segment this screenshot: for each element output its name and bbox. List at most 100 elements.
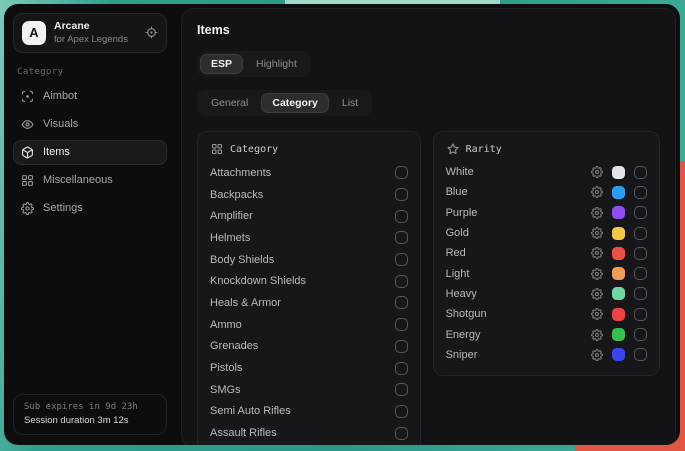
category-list: AttachmentsBackpacksAmplifierHelmetsBody… (210, 162, 408, 445)
rarity-row-label: Purple (446, 207, 478, 219)
rarity-color-swatch[interactable] (612, 166, 625, 179)
gear-icon[interactable] (591, 308, 603, 320)
rarity-color-swatch[interactable] (612, 227, 625, 240)
category-checkbox[interactable] (395, 166, 408, 179)
gear-icon[interactable] (591, 329, 603, 341)
mode-tab-group: ESPHighlight (197, 51, 311, 77)
category-row: Knockdown Shields (210, 270, 408, 292)
sidebar-item-aimbot[interactable]: Aimbot (13, 84, 167, 109)
rarity-checkbox[interactable] (634, 186, 647, 199)
rarity-panel: Rarity WhiteBluePurpleGoldRedLightHeavyS… (433, 131, 660, 376)
category-checkbox[interactable] (395, 340, 408, 353)
category-row-label: Amplifier (210, 210, 253, 222)
rarity-row: White (446, 162, 647, 182)
brand-logo: A (22, 21, 46, 45)
sidebar-item-label: Visuals (43, 118, 78, 130)
category-checkbox[interactable] (395, 296, 408, 309)
rarity-color-swatch[interactable] (612, 348, 625, 361)
category-row: Amplifier (210, 205, 408, 227)
category-row: Helmets (210, 227, 408, 249)
sidebar-item-label: Settings (43, 202, 83, 214)
rarity-row: Red (446, 243, 647, 263)
rarity-checkbox[interactable] (634, 348, 647, 361)
category-checkbox[interactable] (395, 275, 408, 288)
rarity-row: Energy (446, 324, 647, 344)
category-checkbox[interactable] (395, 383, 408, 396)
rarity-color-swatch[interactable] (612, 267, 625, 280)
rarity-row: Blue (446, 182, 647, 202)
category-checkbox[interactable] (395, 362, 408, 375)
category-checkbox[interactable] (395, 405, 408, 418)
subtab-list[interactable]: List (331, 93, 369, 113)
category-row: Ammo (210, 314, 408, 336)
subtab-general[interactable]: General (200, 93, 259, 113)
category-row-label: Semi Auto Rifles (210, 405, 291, 417)
sidebar-item-visuals[interactable]: Visuals (13, 112, 167, 137)
gear-icon[interactable] (591, 247, 603, 259)
rarity-color-swatch[interactable] (612, 287, 625, 300)
category-row-label: Knockdown Shields (210, 275, 306, 287)
rarity-checkbox[interactable] (634, 166, 647, 179)
rarity-row-label: Shotgun (446, 308, 487, 320)
grid-icon (21, 174, 34, 187)
gear-icon[interactable] (591, 207, 603, 219)
category-row: Attachments (210, 162, 408, 184)
category-row-label: SMGs (210, 384, 241, 396)
sidebar-nav: Aimbot Visuals Items Miscellaneous Settings (13, 84, 167, 221)
sidebar-item-items[interactable]: Items (13, 140, 167, 165)
rarity-row: Shotgun (446, 304, 647, 324)
brand-name: Arcane (54, 20, 137, 34)
rarity-checkbox[interactable] (634, 227, 647, 240)
rarity-color-swatch[interactable] (612, 247, 625, 260)
category-row: Heals & Armor (210, 292, 408, 314)
category-checkbox[interactable] (395, 231, 408, 244)
category-row-label: Heals & Armor (210, 297, 281, 309)
rarity-color-swatch[interactable] (612, 206, 625, 219)
gear-icon[interactable] (591, 186, 603, 198)
gear-icon[interactable] (591, 349, 603, 361)
category-checkbox[interactable] (395, 188, 408, 201)
gear-icon[interactable] (591, 288, 603, 300)
rarity-checkbox[interactable] (634, 267, 647, 280)
gear-icon[interactable] (591, 227, 603, 239)
rarity-color-swatch[interactable] (612, 328, 625, 341)
rarity-checkbox[interactable] (634, 287, 647, 300)
rarity-row-label: Sniper (446, 349, 478, 361)
subtab-category[interactable]: Category (261, 93, 329, 113)
category-row: Pistols (210, 357, 408, 379)
sub-expiry-text: Sub expires in 9d 23h (24, 402, 156, 412)
rarity-color-swatch[interactable] (612, 308, 625, 321)
category-row: Grenades (210, 336, 408, 358)
category-checkbox[interactable] (395, 210, 408, 223)
sidebar-item-miscellaneous[interactable]: Miscellaneous (13, 168, 167, 193)
rarity-checkbox[interactable] (634, 308, 647, 321)
rarity-color-swatch[interactable] (612, 186, 625, 199)
rarity-row: Sniper (446, 345, 647, 365)
rarity-checkbox[interactable] (634, 206, 647, 219)
category-row: Assault Rifles (210, 422, 408, 444)
category-row: Semi Auto Rifles (210, 401, 408, 423)
rarity-row-label: Gold (446, 227, 469, 239)
category-panel: Category AttachmentsBackpacksAmplifierHe… (197, 131, 421, 445)
target-icon[interactable] (145, 26, 158, 39)
gear-icon[interactable] (591, 166, 603, 178)
sidebar-item-settings[interactable]: Settings (13, 196, 167, 221)
cube-icon (21, 146, 34, 159)
brand-card: A Arcane for Apex Legends (13, 13, 167, 53)
brand-subtitle: for Apex Legends (54, 34, 137, 46)
gear-icon[interactable] (591, 268, 603, 280)
tab-esp[interactable]: ESP (200, 54, 243, 74)
category-checkbox[interactable] (395, 427, 408, 440)
app-window: A Arcane for Apex Legends Category Aimbo… (4, 4, 680, 445)
sidebar-section-label: Category (17, 67, 163, 77)
grid-icon (211, 143, 223, 155)
category-checkbox[interactable] (395, 253, 408, 266)
rarity-checkbox[interactable] (634, 247, 647, 260)
crosshair-icon (21, 90, 34, 103)
category-checkbox[interactable] (395, 318, 408, 331)
tab-highlight[interactable]: Highlight (245, 54, 308, 74)
category-row-label: Backpacks (210, 189, 263, 201)
rarity-checkbox[interactable] (634, 328, 647, 341)
category-row-label: Ammo (210, 319, 242, 331)
rarity-row-label: Energy (446, 329, 481, 341)
